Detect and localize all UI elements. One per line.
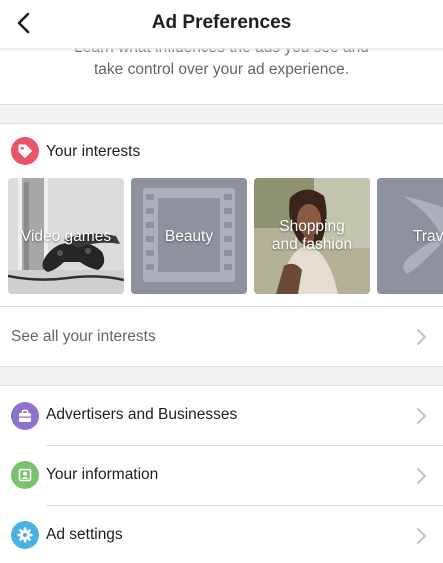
top-bar: Ad Preferences [0, 0, 443, 48]
page-title: Ad Preferences [151, 12, 292, 33]
section-gap [0, 366, 443, 386]
interest-card-label: Beauty [164, 228, 214, 245]
interests-header: Your interests [0, 126, 443, 176]
menu-item-advertisers[interactable]: Advertisers and Businesses [0, 386, 443, 446]
see-all-interests-label: See all your interests [11, 328, 156, 345]
interest-card-label-line-2: and fashion [271, 236, 353, 253]
interest-card-travel[interactable]: Trav [377, 178, 443, 294]
chevron-right-icon [417, 468, 426, 484]
menu-item-ad-settings[interactable]: Ad settings [0, 506, 443, 563]
interest-card-beauty[interactable]: Beauty [131, 178, 247, 294]
interest-card-label: Video games [20, 228, 112, 245]
id-card-icon [11, 461, 39, 489]
tag-icon [11, 137, 39, 165]
menu-item-your-information[interactable]: Your information [0, 446, 443, 506]
interests-heading: Your interests [46, 143, 141, 160]
briefcase-icon [11, 402, 39, 430]
see-all-interests-link[interactable]: See all your interests [0, 307, 443, 367]
interest-card-shopping-and-fashion[interactable]: Shopping and fashion [254, 178, 370, 294]
interest-card-label-line-1: Shopping [279, 218, 345, 235]
menu-item-label: Your information [46, 466, 159, 483]
interest-card-label: Trav [413, 228, 443, 245]
menu-item-label: Advertisers and Businesses [46, 406, 238, 423]
menu-item-label: Ad settings [46, 526, 123, 543]
interest-card-label: Shopping and fashion [254, 218, 370, 254]
chevron-right-icon [417, 408, 426, 424]
chevron-right-icon [417, 528, 426, 544]
interest-card-video-games[interactable]: Video games [8, 178, 124, 294]
section-gap [0, 104, 443, 124]
interests-carousel[interactable]: Video games Beauty Shopping and fashion … [0, 178, 443, 294]
intro-line-2: take control over your ad experience. [93, 61, 350, 78]
gear-icon [11, 521, 39, 549]
chevron-right-icon [417, 329, 426, 345]
header-divider [0, 48, 443, 52]
